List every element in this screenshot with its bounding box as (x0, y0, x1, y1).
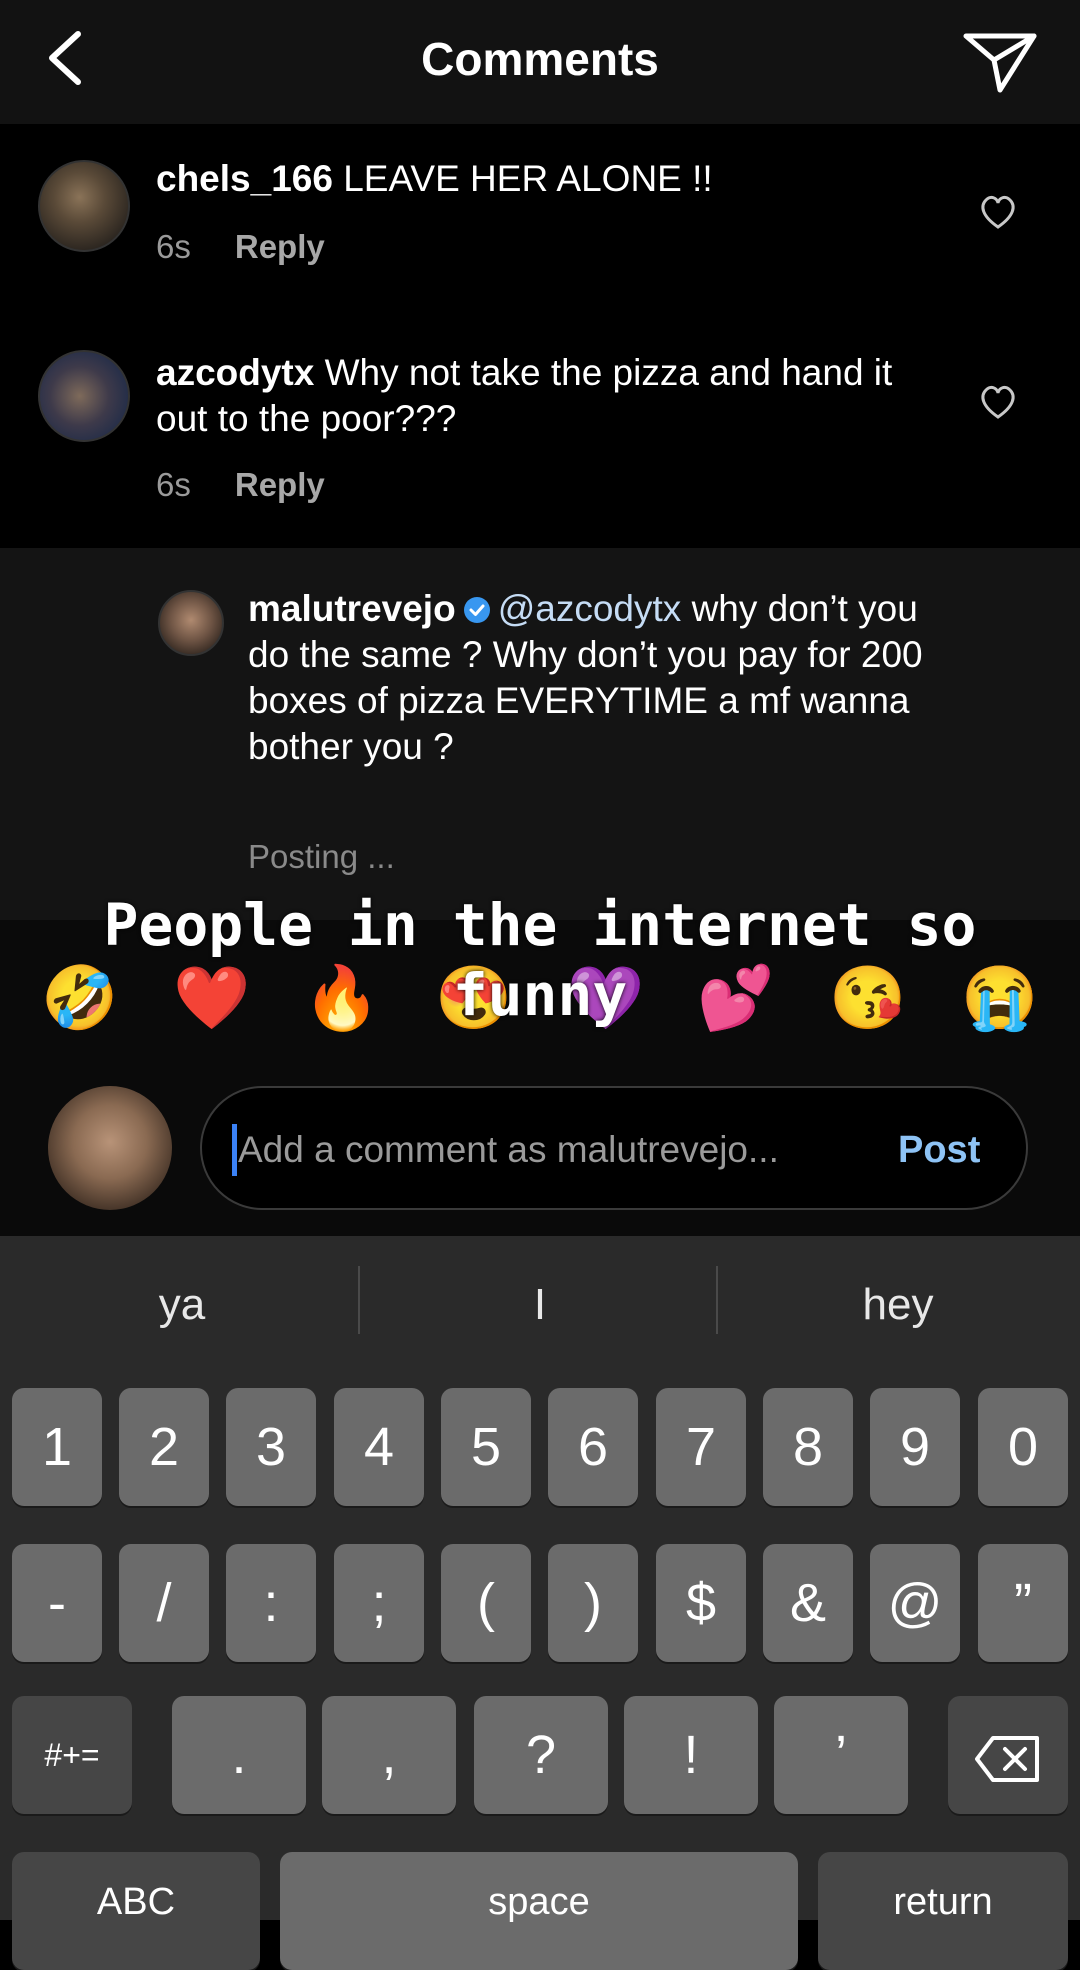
key[interactable]: ’ (774, 1696, 908, 1814)
key[interactable]: , (322, 1696, 456, 1814)
heart-icon[interactable] (978, 192, 1018, 232)
abc-key[interactable]: ABC (12, 1852, 260, 1970)
verified-badge-icon (462, 590, 492, 623)
comment-time: 6s (156, 228, 191, 265)
key[interactable]: ? (474, 1696, 608, 1814)
reply-comment-item: malutrevejo @azcodytx why don’t you do th… (0, 548, 1080, 920)
comment-username[interactable]: chels_166 (156, 158, 333, 199)
suggestion-item[interactable]: hey (748, 1280, 1048, 1330)
suggestion-divider (358, 1266, 360, 1334)
reply-button[interactable]: Reply (235, 228, 325, 265)
avatar (48, 1086, 172, 1210)
key[interactable]: 6 (548, 1388, 638, 1506)
comment-item: chels_166 LEAVE HER ALONE !! 6s Reply (0, 124, 1080, 304)
reply-button[interactable]: Reply (235, 466, 325, 503)
posting-status: Posting ... (248, 838, 395, 875)
comment-input-placeholder[interactable]: Add a comment as malutrevejo... (238, 1124, 779, 1176)
key[interactable]: @ (870, 1544, 960, 1662)
key[interactable]: 3 (226, 1388, 316, 1506)
key[interactable]: 7 (656, 1388, 746, 1506)
key[interactable]: ” (978, 1544, 1068, 1662)
key[interactable]: 9 (870, 1388, 960, 1506)
story-caption: People in the internet so funny (103, 891, 977, 1029)
suggestion-item[interactable]: ya (32, 1280, 332, 1330)
key[interactable]: ) (548, 1544, 638, 1662)
key[interactable]: 4 (334, 1388, 424, 1506)
key[interactable]: ! (624, 1696, 758, 1814)
comment-text: LEAVE HER ALONE !! (343, 158, 713, 199)
space-key[interactable]: space (280, 1852, 798, 1970)
return-key[interactable]: return (818, 1852, 1068, 1970)
key[interactable]: $ (656, 1544, 746, 1662)
key[interactable]: 1 (12, 1388, 102, 1506)
key[interactable]: ( (441, 1544, 531, 1662)
avatar[interactable] (158, 590, 224, 656)
mention-link[interactable]: @azcodytx (498, 588, 682, 629)
heart-icon[interactable] (978, 382, 1018, 422)
comment-username[interactable]: azcodytx (156, 352, 314, 393)
key[interactable]: 8 (763, 1388, 853, 1506)
key[interactable]: 5 (441, 1388, 531, 1506)
key[interactable]: / (119, 1544, 209, 1662)
backspace-key[interactable] (948, 1696, 1068, 1814)
suggestion-item[interactable]: I (390, 1280, 690, 1330)
send-icon[interactable] (960, 26, 1040, 96)
key[interactable]: 0 (978, 1388, 1068, 1506)
post-button[interactable]: Post (898, 1124, 980, 1176)
comment-item: azcodytx Why not take the pizza and hand… (0, 304, 1080, 546)
key[interactable]: : (226, 1544, 316, 1662)
key[interactable]: - (12, 1544, 102, 1662)
suggestion-divider (716, 1266, 718, 1334)
key[interactable]: ; (334, 1544, 424, 1662)
key[interactable]: & (763, 1544, 853, 1662)
page-title: Comments (421, 33, 659, 85)
comment-username[interactable]: malutrevejo (248, 588, 456, 629)
backspace-icon (975, 1735, 1039, 1782)
avatar[interactable] (38, 160, 130, 252)
key[interactable]: 2 (119, 1388, 209, 1506)
key[interactable]: . (172, 1696, 306, 1814)
text-caret (232, 1124, 237, 1176)
comment-time: 6s (156, 466, 191, 503)
symbols-toggle-key[interactable]: #+= (12, 1696, 132, 1814)
avatar[interactable] (38, 350, 130, 442)
